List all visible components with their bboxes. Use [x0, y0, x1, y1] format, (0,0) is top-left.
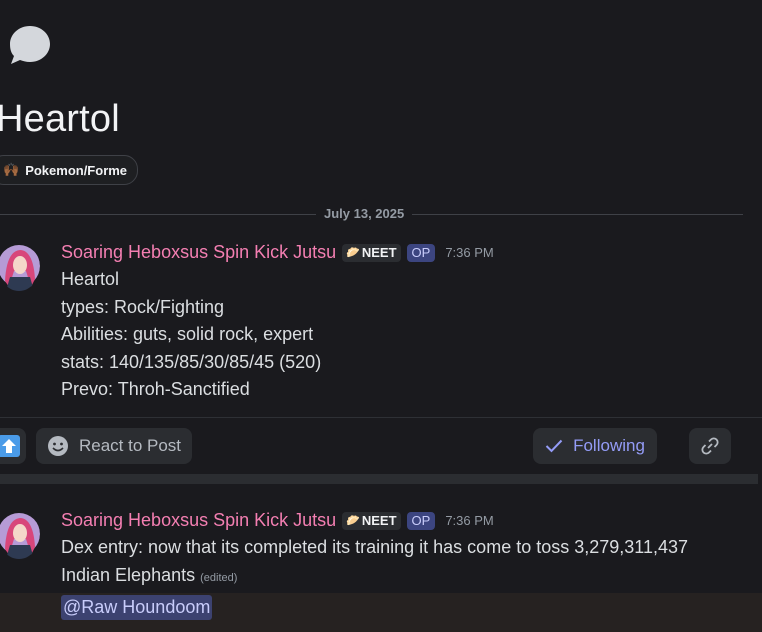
raised-hands-icon: 🙌🏾: [3, 162, 20, 177]
dumpling-icon: 🥟: [346, 247, 360, 259]
date-divider: July 13, 2025: [316, 206, 413, 221]
react-to-post-button[interactable]: React to Post: [36, 428, 192, 464]
op-badge: OP: [406, 243, 436, 262]
post-separator: [0, 474, 758, 484]
checkmark-icon: [545, 439, 563, 453]
upload-arrow-icon: [0, 435, 20, 457]
op-badge: OP: [406, 511, 436, 530]
share-button[interactable]: [0, 428, 26, 464]
message-text: Indian Elephants: [61, 564, 196, 585]
avatar[interactable]: [0, 509, 40, 559]
action-bar-separator: [0, 417, 762, 418]
chat-bubble-icon: [10, 26, 50, 64]
username[interactable]: Soaring Heboxsus Spin Kick Jutsu: [61, 510, 336, 531]
following-button[interactable]: Following: [533, 428, 657, 464]
message-line: types: Rock/Fighting: [61, 296, 225, 317]
link-icon: [701, 437, 719, 455]
timestamp: 7:36 PM: [445, 513, 494, 528]
message-line: Dex entry: now that its completed its tr…: [61, 537, 689, 557]
forum-tag-label: Pokemon/Forme: [25, 162, 128, 178]
smiley-icon: [47, 436, 68, 456]
message-header: Soaring Heboxsus Spin Kick Jutsu 🥟 NEET …: [61, 510, 494, 531]
role-badge[interactable]: 🥟 NEET: [342, 511, 401, 530]
thread-title: Heartol: [0, 98, 120, 140]
message-line: Indian Elephants (edited): [61, 562, 688, 593]
message-line: Heartol: [61, 269, 120, 289]
message-line: Abilities: guts, solid rock, expert: [61, 324, 314, 344]
copy-link-button[interactable]: [689, 428, 731, 464]
message-line: stats: 140/135/85/30/85/45 (520): [61, 351, 322, 372]
message-content: Dex entry: now that its completed its tr…: [61, 534, 688, 592]
role-label: NEET: [361, 245, 397, 260]
message-content: Heartol types: Rock/Fighting Abilities: …: [61, 266, 321, 404]
avatar[interactable]: [0, 241, 40, 291]
role-label: NEET: [361, 513, 397, 528]
react-to-post-label: React to Post: [78, 436, 182, 455]
username[interactable]: Soaring Heboxsus Spin Kick Jutsu: [61, 242, 336, 263]
forum-tag[interactable]: 🙌🏾 Pokemon/Forme: [0, 155, 139, 185]
following-label: Following: [573, 436, 645, 455]
message-line: Prevo: Throh-Sanctified: [61, 379, 250, 399]
timestamp: 7:36 PM: [445, 245, 494, 260]
role-badge[interactable]: 🥟 NEET: [342, 243, 401, 262]
dumpling-icon: 🥟: [346, 515, 360, 527]
message-header: Soaring Heboxsus Spin Kick Jutsu 🥟 NEET …: [61, 242, 494, 263]
user-mention[interactable]: @Raw Houndoom: [61, 595, 213, 620]
edited-label: (edited): [200, 571, 238, 584]
